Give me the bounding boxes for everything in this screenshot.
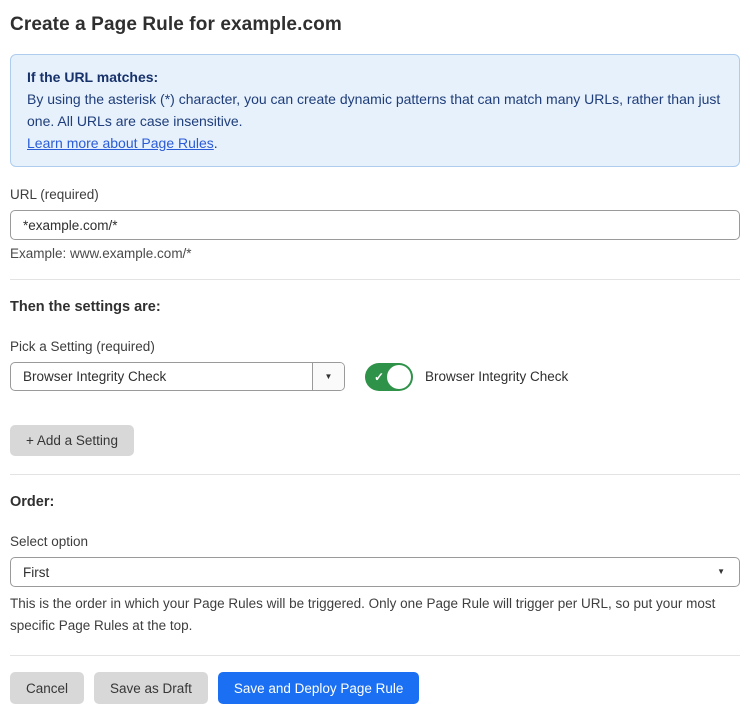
- divider-before-footer: [10, 655, 740, 656]
- divider-after-url: [10, 279, 740, 280]
- divider-after-settings: [10, 474, 740, 475]
- learn-more-page-rules-link[interactable]: Learn more about Page Rules: [27, 135, 214, 151]
- info-box-body: By using the asterisk (*) character, you…: [27, 88, 723, 132]
- check-icon: ✓: [374, 370, 384, 384]
- url-example-helper: Example: www.example.com/*: [10, 246, 740, 261]
- order-select-value: First: [23, 565, 49, 580]
- order-section-heading: Order:: [10, 494, 740, 510]
- toggle-label: Browser Integrity Check: [425, 369, 568, 384]
- link-period: .: [214, 135, 218, 151]
- footer-actions: Cancel Save as Draft Save and Deploy Pag…: [10, 672, 740, 704]
- setting-select-value: Browser Integrity Check: [11, 369, 312, 384]
- settings-section-heading: Then the settings are:: [10, 299, 740, 315]
- setting-row: Browser Integrity Check ▼ ✓ Browser Inte…: [10, 362, 740, 391]
- save-as-draft-button[interactable]: Save as Draft: [94, 672, 208, 704]
- save-and-deploy-button[interactable]: Save and Deploy Page Rule: [218, 672, 420, 704]
- toggle-knob: [387, 365, 411, 389]
- url-input[interactable]: [10, 210, 740, 240]
- order-select-label: Select option: [10, 534, 740, 549]
- chevron-down-icon: ▼: [717, 568, 725, 576]
- setting-select[interactable]: Browser Integrity Check ▼: [10, 362, 345, 391]
- create-page-rule-form: Create a Page Rule for example.com If th…: [0, 0, 750, 704]
- pick-setting-label: Pick a Setting (required): [10, 339, 740, 354]
- url-match-info-box: If the URL matches: By using the asteris…: [10, 54, 740, 167]
- cancel-button[interactable]: Cancel: [10, 672, 84, 704]
- browser-integrity-toggle[interactable]: ✓: [365, 363, 413, 391]
- page-title: Create a Page Rule for example.com: [10, 14, 740, 36]
- info-link-row: Learn more about Page Rules.: [27, 132, 723, 154]
- order-select[interactable]: First ▼: [10, 557, 740, 587]
- chevron-down-icon: ▼: [325, 373, 333, 381]
- add-setting-button[interactable]: + Add a Setting: [10, 425, 134, 456]
- setting-select-arrow-button[interactable]: ▼: [312, 363, 344, 390]
- info-box-heading: If the URL matches:: [27, 66, 723, 88]
- url-label: URL (required): [10, 187, 740, 202]
- order-helper-text: This is the order in which your Page Rul…: [10, 593, 740, 637]
